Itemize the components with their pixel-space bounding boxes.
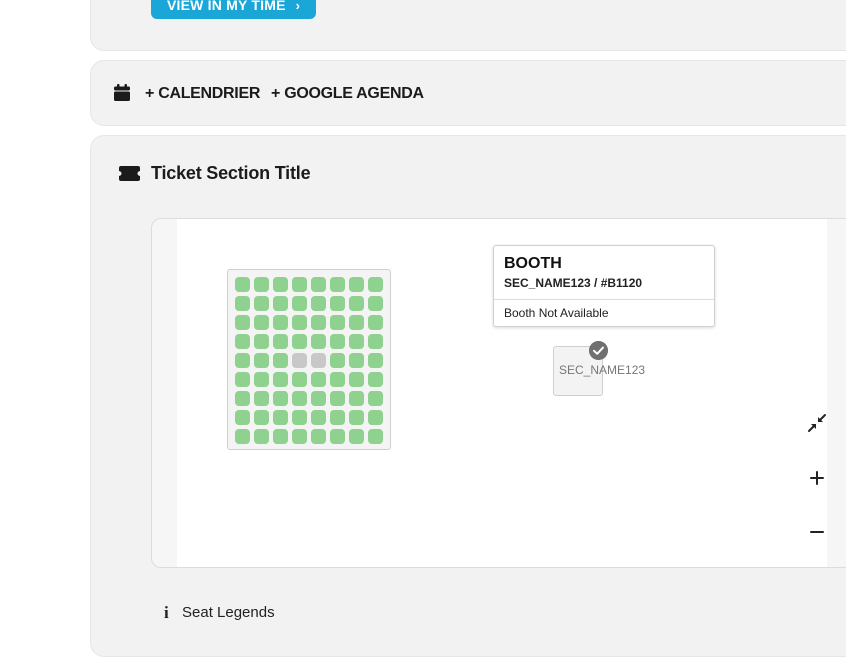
tooltip-subtitle: SEC_NAME123 / #B1120 xyxy=(504,276,643,290)
seat-available[interactable] xyxy=(273,296,288,311)
seat-available[interactable] xyxy=(273,334,288,349)
seat-available[interactable] xyxy=(235,353,250,368)
seat-unavailable[interactable] xyxy=(311,353,326,368)
seat-available[interactable] xyxy=(330,296,345,311)
calendar-icon xyxy=(114,84,130,101)
view-in-my-time-button[interactable]: VIEW IN MY TIME › xyxy=(151,0,317,19)
seat-available[interactable] xyxy=(254,410,269,425)
seat-available[interactable] xyxy=(292,429,307,444)
seat-available[interactable] xyxy=(235,334,250,349)
seat-available[interactable] xyxy=(349,296,364,311)
check-icon xyxy=(589,341,608,360)
seat-available[interactable] xyxy=(368,429,383,444)
seat-available[interactable] xyxy=(349,315,364,330)
seat-available[interactable] xyxy=(235,296,250,311)
tooltip-title: BOOTH xyxy=(504,255,562,272)
seat-available[interactable] xyxy=(235,372,250,387)
seat-available[interactable] xyxy=(273,353,288,368)
seat-available[interactable] xyxy=(273,429,288,444)
seat-available[interactable] xyxy=(368,372,383,387)
view-in-my-time-label: VIEW IN MY TIME xyxy=(167,0,286,13)
seat-available[interactable] xyxy=(235,391,250,406)
seat-block[interactable] xyxy=(227,269,391,450)
seat-available[interactable] xyxy=(292,277,307,292)
add-to-calendar-link[interactable]: + CALENDRIER xyxy=(145,85,260,103)
seat-available[interactable] xyxy=(349,372,364,387)
seat-available[interactable] xyxy=(349,353,364,368)
seat-available[interactable] xyxy=(254,334,269,349)
seat-available[interactable] xyxy=(292,410,307,425)
seat-available[interactable] xyxy=(254,277,269,292)
plus-icon[interactable] xyxy=(807,468,827,488)
tooltip-status: Booth Not Available xyxy=(504,306,609,320)
collapse-arrows-icon[interactable] xyxy=(807,413,827,433)
seat-available[interactable] xyxy=(311,296,326,311)
seat-available[interactable] xyxy=(368,277,383,292)
seat-available[interactable] xyxy=(349,429,364,444)
chevron-right-icon: › xyxy=(295,0,301,13)
seat-available[interactable] xyxy=(330,277,345,292)
seat-available[interactable] xyxy=(292,296,307,311)
seat-available[interactable] xyxy=(368,334,383,349)
seat-available[interactable] xyxy=(311,334,326,349)
seat-available[interactable] xyxy=(311,315,326,330)
seat-available[interactable] xyxy=(368,410,383,425)
seat-available[interactable] xyxy=(330,334,345,349)
seat-available[interactable] xyxy=(235,277,250,292)
seat-available[interactable] xyxy=(292,372,307,387)
seat-available[interactable] xyxy=(292,315,307,330)
seat-available[interactable] xyxy=(273,391,288,406)
seat-available[interactable] xyxy=(349,277,364,292)
seat-available[interactable] xyxy=(311,391,326,406)
seat-available[interactable] xyxy=(292,334,307,349)
minus-icon[interactable] xyxy=(807,522,827,542)
seat-available[interactable] xyxy=(330,315,345,330)
seat-available[interactable] xyxy=(368,353,383,368)
seat-available[interactable] xyxy=(368,296,383,311)
ticket-icon xyxy=(119,166,140,181)
seat-available[interactable] xyxy=(254,372,269,387)
seat-available[interactable] xyxy=(349,391,364,406)
seat-available[interactable] xyxy=(349,334,364,349)
seat-available[interactable] xyxy=(311,410,326,425)
seat-legends-label[interactable]: Seat Legends xyxy=(182,604,275,621)
seat-available[interactable] xyxy=(235,429,250,444)
seat-available[interactable] xyxy=(235,315,250,330)
seat-available[interactable] xyxy=(235,410,250,425)
seat-unavailable[interactable] xyxy=(292,353,307,368)
booth-label: SEC_NAME123 xyxy=(559,363,646,377)
seat-available[interactable] xyxy=(311,429,326,444)
tooltip-divider xyxy=(494,299,714,300)
seat-available[interactable] xyxy=(273,410,288,425)
seat-available[interactable] xyxy=(254,429,269,444)
seat-available[interactable] xyxy=(311,277,326,292)
seat-available[interactable] xyxy=(254,391,269,406)
seat-available[interactable] xyxy=(292,391,307,406)
seat-available[interactable] xyxy=(368,315,383,330)
seat-available[interactable] xyxy=(330,391,345,406)
seat-available[interactable] xyxy=(330,429,345,444)
seat-available[interactable] xyxy=(311,372,326,387)
seat-available[interactable] xyxy=(330,353,345,368)
seat-available[interactable] xyxy=(254,315,269,330)
seat-available[interactable] xyxy=(273,277,288,292)
seat-available[interactable] xyxy=(330,410,345,425)
info-icon: i xyxy=(164,603,169,622)
seat-available[interactable] xyxy=(330,372,345,387)
seat-available[interactable] xyxy=(254,296,269,311)
booth-tooltip: BOOTH SEC_NAME123 / #B1120 Booth Not Ava… xyxy=(493,245,715,327)
seat-available[interactable] xyxy=(273,315,288,330)
add-to-google-agenda-link[interactable]: + GOOGLE AGENDA xyxy=(271,85,424,103)
seat-available[interactable] xyxy=(349,410,364,425)
ticket-section-title: Ticket Section Title xyxy=(151,163,311,183)
seat-available[interactable] xyxy=(273,372,288,387)
seat-available[interactable] xyxy=(368,391,383,406)
seat-available[interactable] xyxy=(254,353,269,368)
